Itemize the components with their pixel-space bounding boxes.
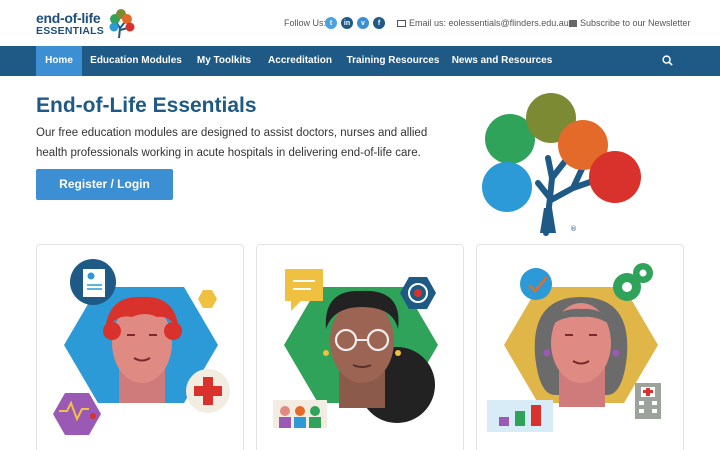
module-card-3[interactable] [476, 244, 684, 450]
nav-item-training-resources[interactable]: Training Resources [345, 46, 441, 76]
main-nav: Home Education Modules My Toolkits Accre… [0, 46, 720, 76]
follow-us-label: Follow Us: [284, 18, 327, 28]
nav-item-my-toolkits[interactable]: My Toolkits [192, 46, 256, 76]
module-card-1[interactable] [36, 244, 244, 450]
logo-text-line1: end-of-life [36, 10, 101, 26]
nav-item-news-and-resources[interactable]: News and Resources [450, 46, 554, 76]
nav-item-home[interactable]: Home [36, 46, 82, 76]
email-link[interactable]: Email us: eolessentials@flinders.edu.au [397, 18, 569, 28]
module-illustration-2 [273, 269, 438, 428]
newsletter-text: Subscribe to our Newsletter [580, 18, 691, 28]
twitter-icon[interactable]: t [325, 17, 337, 29]
hero-description: Our free education modules are designed … [36, 127, 428, 159]
logo-text-line2: ESSENTIALS [36, 25, 104, 37]
register-login-button[interactable]: Register / Login [36, 169, 173, 200]
search-icon[interactable] [662, 55, 673, 66]
site-logo[interactable]: end-of-life ESSENTIALS [36, 9, 136, 39]
newsletter-link[interactable]: Subscribe to our Newsletter [569, 18, 691, 28]
module-illustration-1 [53, 259, 230, 435]
module-card-2[interactable] [256, 244, 464, 450]
module-illustration-3 [487, 263, 661, 432]
nav-item-accreditation[interactable]: Accreditation [264, 46, 336, 76]
nav-item-education-modules[interactable]: Education Modules [88, 46, 184, 76]
page-title: End-of-Life Essentials [36, 94, 257, 117]
email-text: Email us: eolessentials@flinders.edu.au [409, 18, 569, 28]
top-bar: end-of-life ESSENTIALS Follow Us: t in v… [0, 0, 720, 46]
logo-tree-icon [109, 9, 135, 39]
envelope-icon [397, 19, 406, 27]
newsletter-icon [569, 19, 577, 27]
vimeo-icon[interactable]: v [357, 17, 369, 29]
linkedin-icon[interactable]: in [341, 17, 353, 29]
facebook-icon[interactable]: f [373, 17, 385, 29]
tree-illustration: ® [482, 93, 641, 236]
svg-text:®: ® [570, 225, 577, 233]
